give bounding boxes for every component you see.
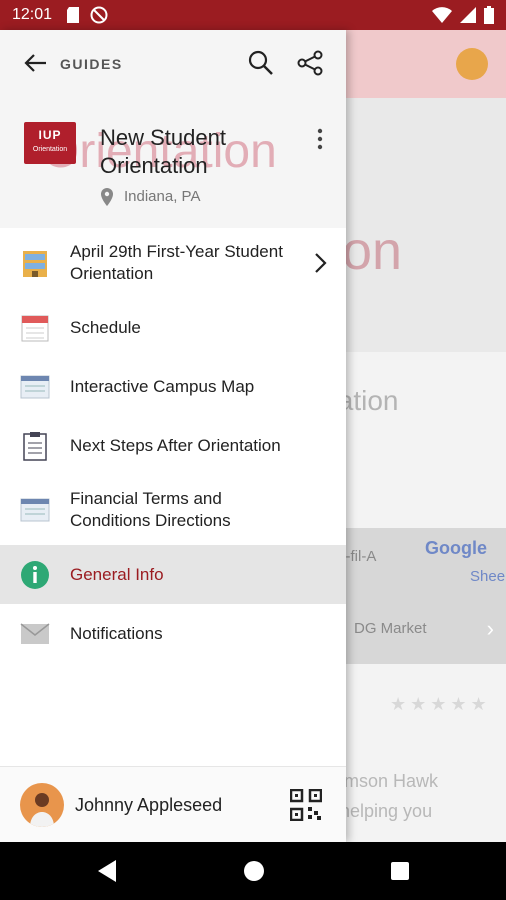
- menu-item-campus-map[interactable]: Interactive Campus Map: [0, 357, 346, 416]
- menu-label: General Info: [70, 564, 164, 584]
- search-icon[interactable]: [246, 48, 276, 78]
- background-text-line: helping you: [340, 801, 433, 821]
- menu-label: Schedule: [70, 317, 141, 337]
- wifi-icon: [432, 7, 452, 23]
- guides-label[interactable]: GUIDES: [60, 56, 123, 72]
- menu-item-schedule[interactable]: Schedule: [0, 298, 346, 357]
- system-nav-bar: [0, 842, 506, 900]
- navigation-drawer: Orientation GUIDES IUP Orientation New S…: [0, 30, 346, 843]
- nav-home-icon[interactable]: [244, 861, 264, 881]
- user-silhouette-icon: [30, 793, 54, 827]
- building-icon: [23, 251, 47, 277]
- guide-logo: IUP Orientation: [24, 122, 76, 164]
- background-avatar: [456, 48, 488, 80]
- map-google-logo: Google: [425, 538, 487, 558]
- drawer-footer: Johnny Appleseed: [0, 766, 346, 843]
- background-map: k-fil-A Google Shee DG Market ›: [330, 528, 506, 664]
- avatar[interactable]: [20, 783, 64, 827]
- logo-subtext: Orientation: [32, 146, 68, 153]
- menu-label: Notifications: [70, 623, 163, 643]
- background-text-line: imson Hawk: [340, 771, 439, 791]
- map-label: DG Market: [354, 620, 427, 637]
- menu-item-financial-terms[interactable]: Financial Terms and Conditions Direction…: [0, 475, 346, 545]
- guide-location: Indiana, PA: [124, 188, 201, 205]
- sd-card-icon: [67, 7, 80, 23]
- menu-item-general-info[interactable]: General Info: [0, 545, 346, 604]
- menu-label: Financial Terms and Conditions Direction…: [70, 489, 231, 530]
- no-disturb-icon: [90, 6, 108, 24]
- more-options-icon[interactable]: [310, 124, 330, 154]
- guide-title: New Student Orientation: [100, 125, 226, 178]
- calendar-icon: [21, 315, 49, 341]
- qr-code-icon[interactable]: [290, 789, 322, 821]
- map-next-icon: ›: [486, 616, 494, 641]
- location-pin-icon: [101, 188, 113, 206]
- nav-recents-icon[interactable]: [391, 862, 409, 880]
- clipboard-icon: [23, 431, 47, 461]
- menu-label: Next Steps After Orientation: [70, 435, 281, 455]
- map-icon: [20, 498, 50, 522]
- menu-item-first-year-orientation[interactable]: April 29th First-Year Student Orientatio…: [0, 228, 346, 298]
- user-name[interactable]: Johnny Appleseed: [75, 795, 222, 816]
- background-text: imson Hawk helping you: [340, 766, 438, 826]
- menu-label: April 29th First-Year Student Orientatio…: [70, 242, 283, 283]
- map-icon: [20, 375, 50, 398]
- map-label: Shee: [470, 568, 506, 585]
- share-icon[interactable]: [296, 48, 326, 78]
- info-icon: [21, 560, 49, 589]
- drawer-topbar: GUIDES: [0, 48, 346, 84]
- menu-label: Interactive Campus Map: [70, 376, 255, 396]
- nav-back-icon[interactable]: [98, 860, 116, 882]
- drawer-header: Orientation GUIDES IUP Orientation New S…: [0, 30, 346, 228]
- background-stars: ★★★★★: [390, 694, 491, 714]
- status-time: 12:01: [12, 6, 53, 23]
- status-bar: 12:01: [0, 0, 506, 30]
- logo-text: IUP: [38, 128, 62, 142]
- back-arrow-icon[interactable]: [20, 48, 50, 78]
- battery-icon: [484, 6, 494, 24]
- envelope-icon: [20, 622, 50, 644]
- chevron-right-icon: [315, 253, 327, 273]
- menu-item-notifications[interactable]: Notifications: [0, 604, 346, 663]
- drawer-menu: April 29th First-Year Student Orientatio…: [0, 228, 346, 663]
- signal-icon: [460, 7, 476, 23]
- menu-item-next-steps[interactable]: Next Steps After Orientation: [0, 416, 346, 475]
